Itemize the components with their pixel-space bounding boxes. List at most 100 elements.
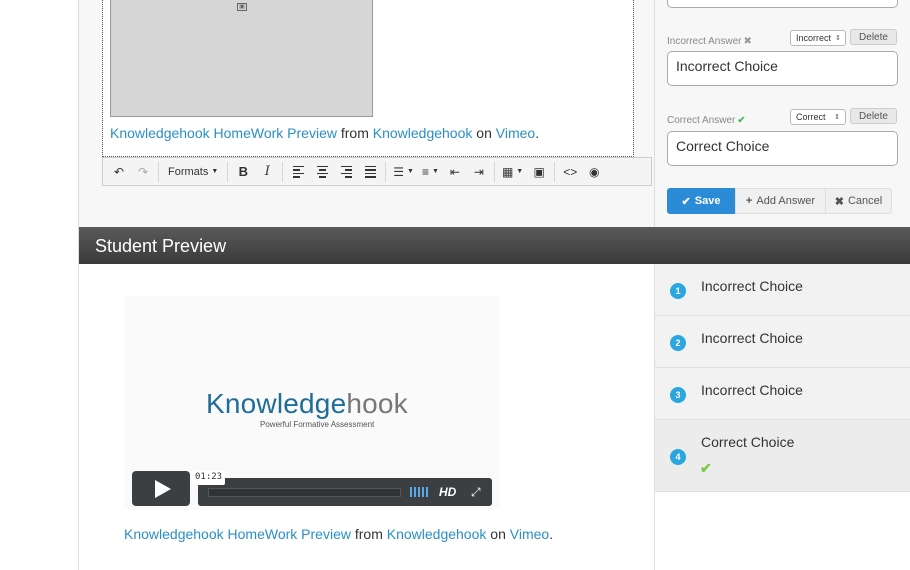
choice-number-badge: 1 xyxy=(670,283,686,299)
incorrect-answer-label: Incorrect Answer ✖ xyxy=(667,36,752,47)
correct-answer-label: Correct Answer ✔ xyxy=(667,115,746,126)
align-left-button[interactable] xyxy=(286,161,310,183)
credit-period: . xyxy=(549,526,554,542)
logo-light-text: hook xyxy=(346,388,408,419)
undo-button[interactable]: ↶ xyxy=(107,161,131,183)
video-title-link[interactable]: Knowledgehook HomeWork Preview xyxy=(110,125,337,141)
correct-answer-input[interactable]: Correct Choice xyxy=(667,131,898,166)
author-link[interactable]: Knowledgehook xyxy=(373,125,473,141)
embedded-video-placeholder[interactable]: ▣ xyxy=(110,0,373,117)
fullscreen-icon[interactable]: ⤢ xyxy=(471,485,481,500)
delete-answer-button-2[interactable]: Delete xyxy=(850,108,897,124)
vimeo-link[interactable]: Vimeo xyxy=(510,526,549,542)
numbered-list-icon: ≡ xyxy=(421,164,429,179)
italic-button[interactable]: I xyxy=(255,161,279,183)
choice-item-4[interactable]: 4 Correct Choice ✔ xyxy=(655,420,910,492)
time-display: 01:23 xyxy=(192,471,226,485)
choice-text: Correct Choice xyxy=(701,434,795,450)
formats-dropdown[interactable]: Formats ▼ xyxy=(162,161,224,183)
choice-text: Incorrect Choice xyxy=(701,382,803,398)
chevron-down-icon: ▼ xyxy=(432,168,439,175)
toolbar-divider xyxy=(493,161,495,182)
choice-item-1[interactable]: 1 Incorrect Choice xyxy=(655,264,910,316)
choice-number-badge: 3 xyxy=(670,387,686,403)
table-icon: ▦ xyxy=(501,164,514,179)
plus-icon: + xyxy=(745,195,753,207)
image-icon: ▣ xyxy=(533,164,545,179)
preview-video-credit: Knowledgehook HomeWork Preview from Know… xyxy=(124,526,553,542)
check-icon: ✔ xyxy=(737,115,746,126)
preview-button[interactable]: ◉ xyxy=(582,161,606,183)
choice-item-3[interactable]: 3 Incorrect Choice xyxy=(655,368,910,420)
video-title-link[interactable]: Knowledgehook HomeWork Preview xyxy=(124,526,351,542)
incorrect-answer-input[interactable]: Incorrect Choice xyxy=(667,51,898,86)
answer-type-select-2[interactable]: Correct ⇕ xyxy=(790,109,846,125)
delete-answer-button-1[interactable]: Delete xyxy=(850,29,897,45)
chevron-down-icon: ▼ xyxy=(407,168,414,175)
volume-icon[interactable] xyxy=(410,487,428,497)
author-link[interactable]: Knowledgehook xyxy=(387,526,487,542)
left-gutter xyxy=(0,0,79,570)
question-input-field[interactable] xyxy=(667,0,898,8)
close-icon: ✖ xyxy=(834,195,844,208)
progress-bar[interactable] xyxy=(208,488,401,497)
numbered-list-button[interactable]: ≡ ▼ xyxy=(418,161,443,183)
correct-answer-label-text: Correct Answer xyxy=(667,115,736,126)
credit-period: . xyxy=(535,125,540,141)
align-center-icon xyxy=(316,165,328,178)
credit-on-text: on xyxy=(476,125,492,141)
incorrect-answer-label-text: Incorrect Answer xyxy=(667,36,742,47)
image-button[interactable]: ▣ xyxy=(527,161,551,183)
student-preview-header: Student Preview xyxy=(79,227,910,264)
play-button[interactable] xyxy=(132,471,190,506)
align-right-button[interactable] xyxy=(334,161,358,183)
chevron-down-icon: ▼ xyxy=(211,168,219,175)
knowledgehook-logo: Knowledgehook xyxy=(206,388,408,420)
redo-button[interactable]: ↷ xyxy=(131,161,155,183)
credit-on-text: on xyxy=(490,526,506,542)
indent-button[interactable]: ⇥ xyxy=(467,161,491,183)
justify-button[interactable] xyxy=(358,161,382,183)
credit-from-text: from xyxy=(340,125,369,141)
vimeo-link[interactable]: Vimeo xyxy=(496,125,535,141)
choice-item-2[interactable]: 2 Incorrect Choice xyxy=(655,316,910,368)
chevron-down-icon: ▼ xyxy=(516,168,524,175)
video-placeholder-icon: ▣ xyxy=(237,3,247,11)
outdent-icon: ⇤ xyxy=(449,164,460,179)
check-icon: ✔ xyxy=(681,195,691,208)
toolbar-divider xyxy=(282,161,284,182)
indent-icon: ⇥ xyxy=(473,164,484,179)
cancel-button[interactable]: ✖ Cancel xyxy=(826,188,892,214)
add-answer-label: Add Answer xyxy=(756,195,816,207)
outdent-button[interactable]: ⇤ xyxy=(443,161,467,183)
formats-label: Formats xyxy=(168,165,209,178)
table-button[interactable]: ▦ ▼ xyxy=(498,161,527,183)
save-button[interactable]: ✔ Save xyxy=(667,188,735,214)
editor-toolbar: ↶ ↷ Formats ▼ B I ☰ ▼ ≡ ▼ ⇤ ⇥ ▦ ▼ ▣ <> ◉ xyxy=(102,157,652,186)
justify-icon xyxy=(364,165,376,178)
choice-text: Incorrect Choice xyxy=(701,278,803,294)
credit-from-text: from xyxy=(354,526,383,542)
x-icon: ✖ xyxy=(743,36,752,47)
source-code-button[interactable]: <> xyxy=(558,161,582,183)
align-right-icon xyxy=(340,165,352,178)
add-answer-button[interactable]: + Add Answer xyxy=(735,188,826,214)
cancel-label: Cancel xyxy=(847,195,883,207)
bullet-list-icon: ☰ xyxy=(393,164,405,179)
toolbar-divider xyxy=(385,161,387,182)
answer-actions: ✔ Save + Add Answer ✖ Cancel xyxy=(667,188,892,214)
toolbar-divider xyxy=(227,161,229,182)
select-arrows-icon: ⇕ xyxy=(834,114,840,121)
hd-toggle[interactable]: HD xyxy=(439,485,456,499)
answer-type-value-1: Incorrect xyxy=(796,33,832,43)
choice-text: Incorrect Choice xyxy=(701,330,803,346)
choice-number-badge: 4 xyxy=(670,449,686,465)
choice-number-badge: 2 xyxy=(670,335,686,351)
answer-type-value-2: Correct xyxy=(796,112,826,122)
correct-check-icon: ✔ xyxy=(700,460,712,476)
answer-type-select-1[interactable]: Incorrect ⇕ xyxy=(790,30,846,46)
align-center-button[interactable] xyxy=(310,161,334,183)
bullet-list-button[interactable]: ☰ ▼ xyxy=(389,161,418,183)
bold-button[interactable]: B xyxy=(231,161,255,183)
editor-video-credit: Knowledgehook HomeWork Preview from Know… xyxy=(110,125,539,141)
